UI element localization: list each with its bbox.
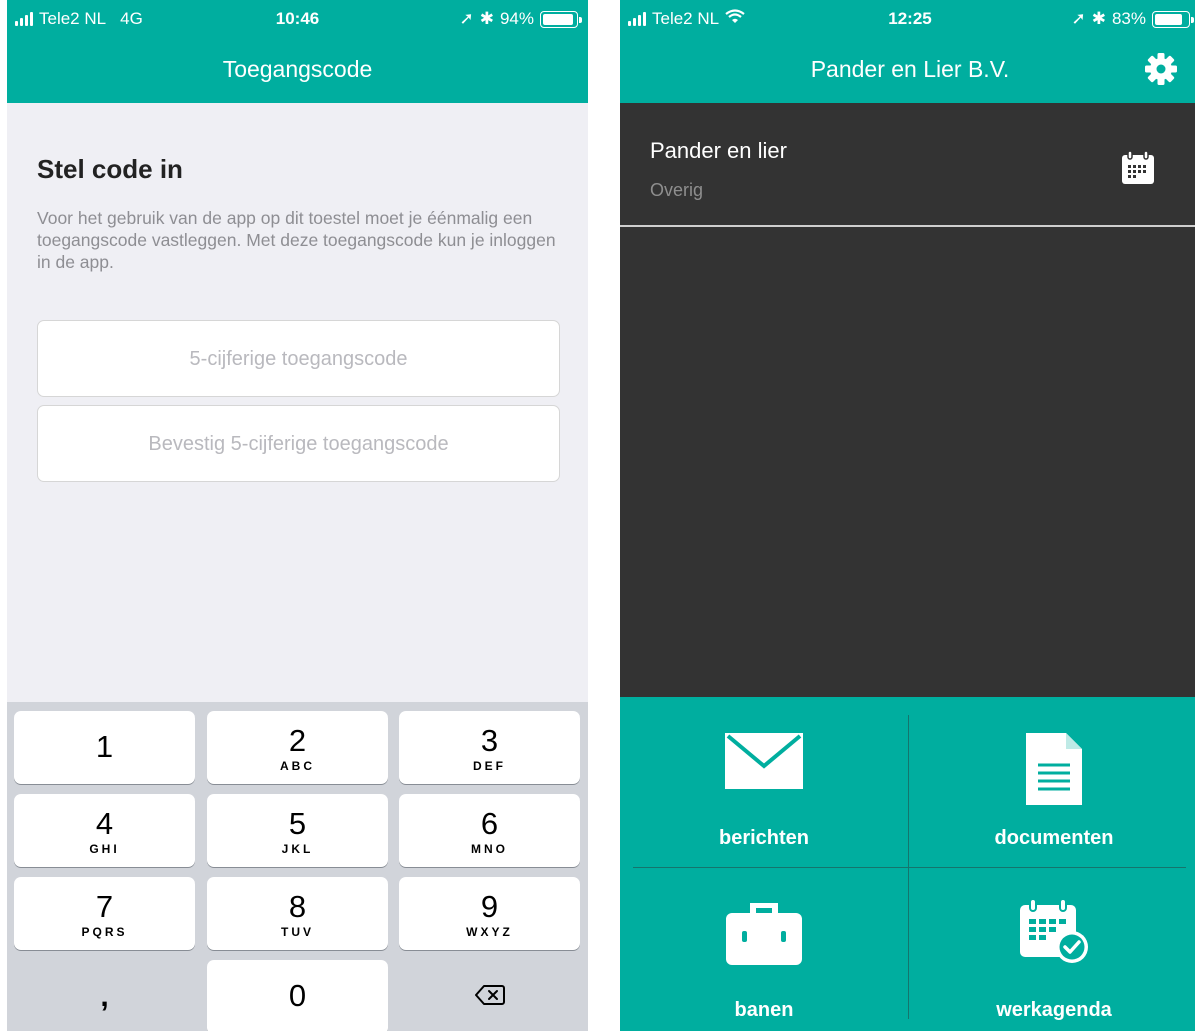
key-0[interactable]: 0 <box>207 960 388 1031</box>
nav-title: Pander en Lier B.V. <box>810 56 1010 82</box>
key-letters: PQRS <box>81 925 128 939</box>
bluetooth-icon: ✱ <box>479 9 494 28</box>
key-letters: DEF <box>473 759 506 773</box>
comma-label: , <box>100 980 109 1013</box>
top-bar: Tele2 NL 4G 10:46 ➚ ✱ 94% Toegangscode <box>7 0 588 103</box>
tile-label: documenten <box>994 827 1114 849</box>
calendar-icon[interactable] <box>1118 148 1158 188</box>
key-6[interactable]: 6 MNO <box>399 794 580 867</box>
battery-icon <box>1152 10 1194 28</box>
menu-grid: berichten documenten banen werkagenda <box>620 697 1195 1031</box>
numeric-keypad: 1 2 ABC 3 DEF 4 GHI 5 JKL 6 MNO 7 PQRS 8 TUV 9W… <box>7 702 588 1031</box>
gear-icon[interactable] <box>1144 52 1178 86</box>
nav-title: Toegangscode <box>222 56 373 82</box>
battery-icon <box>540 10 582 28</box>
key-comma[interactable]: , <box>14 960 195 1031</box>
key-5[interactable]: 5 JKL <box>207 794 388 867</box>
key-3[interactable]: 3 DEF <box>399 711 580 784</box>
envelope-icon <box>620 733 908 794</box>
key-letters: WXYZ <box>466 925 513 939</box>
key-number: 8 <box>288 889 307 924</box>
tile-label: berichten <box>718 827 810 849</box>
list-item[interactable]: Pander en lier Overig <box>620 103 1195 225</box>
battery-percent: 83% <box>1111 9 1146 28</box>
backspace-icon <box>399 960 580 1011</box>
access-code-input[interactable]: 5-cijferige toegangscode <box>37 320 560 397</box>
grid-divider-horizontal <box>633 867 1186 868</box>
key-number: 3 <box>480 723 499 758</box>
key-letters: TUV <box>281 925 314 939</box>
location-icon: ➚ <box>459 9 474 28</box>
document-icon <box>910 733 1195 810</box>
confirm-access-code-input[interactable]: Bevestig 5-cijferige toegangscode <box>37 405 560 482</box>
bluetooth-icon: ✱ <box>1091 9 1106 28</box>
key-number: 2 <box>288 723 307 758</box>
key-8[interactable]: 8 TUV <box>207 877 388 950</box>
tile-berichten[interactable]: berichten <box>620 697 908 862</box>
tile-banen[interactable]: banen <box>620 869 908 1031</box>
divider <box>620 225 1195 227</box>
page-description: Voor het gebruik van de app op dit toest… <box>37 208 556 272</box>
key-number: 1 <box>95 729 114 764</box>
tile-label: werkagenda <box>996 999 1112 1021</box>
key-2[interactable]: 2 ABC <box>207 711 388 784</box>
item-title: Pander en lier <box>650 138 787 163</box>
key-letters: JKL <box>281 842 314 856</box>
key-1[interactable]: 1 <box>14 711 195 784</box>
key-number: 6 <box>480 806 499 841</box>
tile-documenten[interactable]: documenten <box>910 697 1195 862</box>
key-letters: MNO <box>471 842 508 856</box>
tile-werkagenda[interactable]: werkagenda <box>910 869 1195 1031</box>
key-letters: ABC <box>280 759 315 773</box>
key-7[interactable]: 7 PQRS <box>14 877 195 950</box>
tile-label: banen <box>734 999 794 1021</box>
home-screen: Tele2 NL 12:25 ➚ ✱ 83% Pander en Lier B.… <box>620 0 1195 1031</box>
key-number: 5 <box>288 806 307 841</box>
status-bar: Tele2 NL 12:25 ➚ ✱ 83% <box>620 0 1195 36</box>
item-subtitle: Overig <box>650 180 704 200</box>
location-icon: ➚ <box>1071 9 1086 28</box>
page-heading: Stel code in <box>37 154 183 184</box>
key-number: 4 <box>95 806 114 841</box>
key-number: 0 <box>288 978 307 1013</box>
briefcase-icon <box>620 897 908 972</box>
battery-percent: 94% <box>499 9 534 28</box>
key-number: 9 <box>480 889 499 924</box>
status-bar: Tele2 NL 4G 10:46 ➚ ✱ 94% <box>7 0 588 36</box>
top-bar: Tele2 NL 12:25 ➚ ✱ 83% Pander en Lier B.… <box>620 0 1195 103</box>
calendar-check-icon <box>910 897 1195 970</box>
key-number: 7 <box>95 889 114 924</box>
key-9[interactable]: 9 WXYZ <box>399 877 580 950</box>
access-code-screen: Tele2 NL 4G 10:46 ➚ ✱ 94% Toegangscode S… <box>7 0 588 1031</box>
backspace-key[interactable] <box>399 960 580 1031</box>
key-4[interactable]: 4 GHI <box>14 794 195 867</box>
key-letters: GHI <box>89 842 120 856</box>
